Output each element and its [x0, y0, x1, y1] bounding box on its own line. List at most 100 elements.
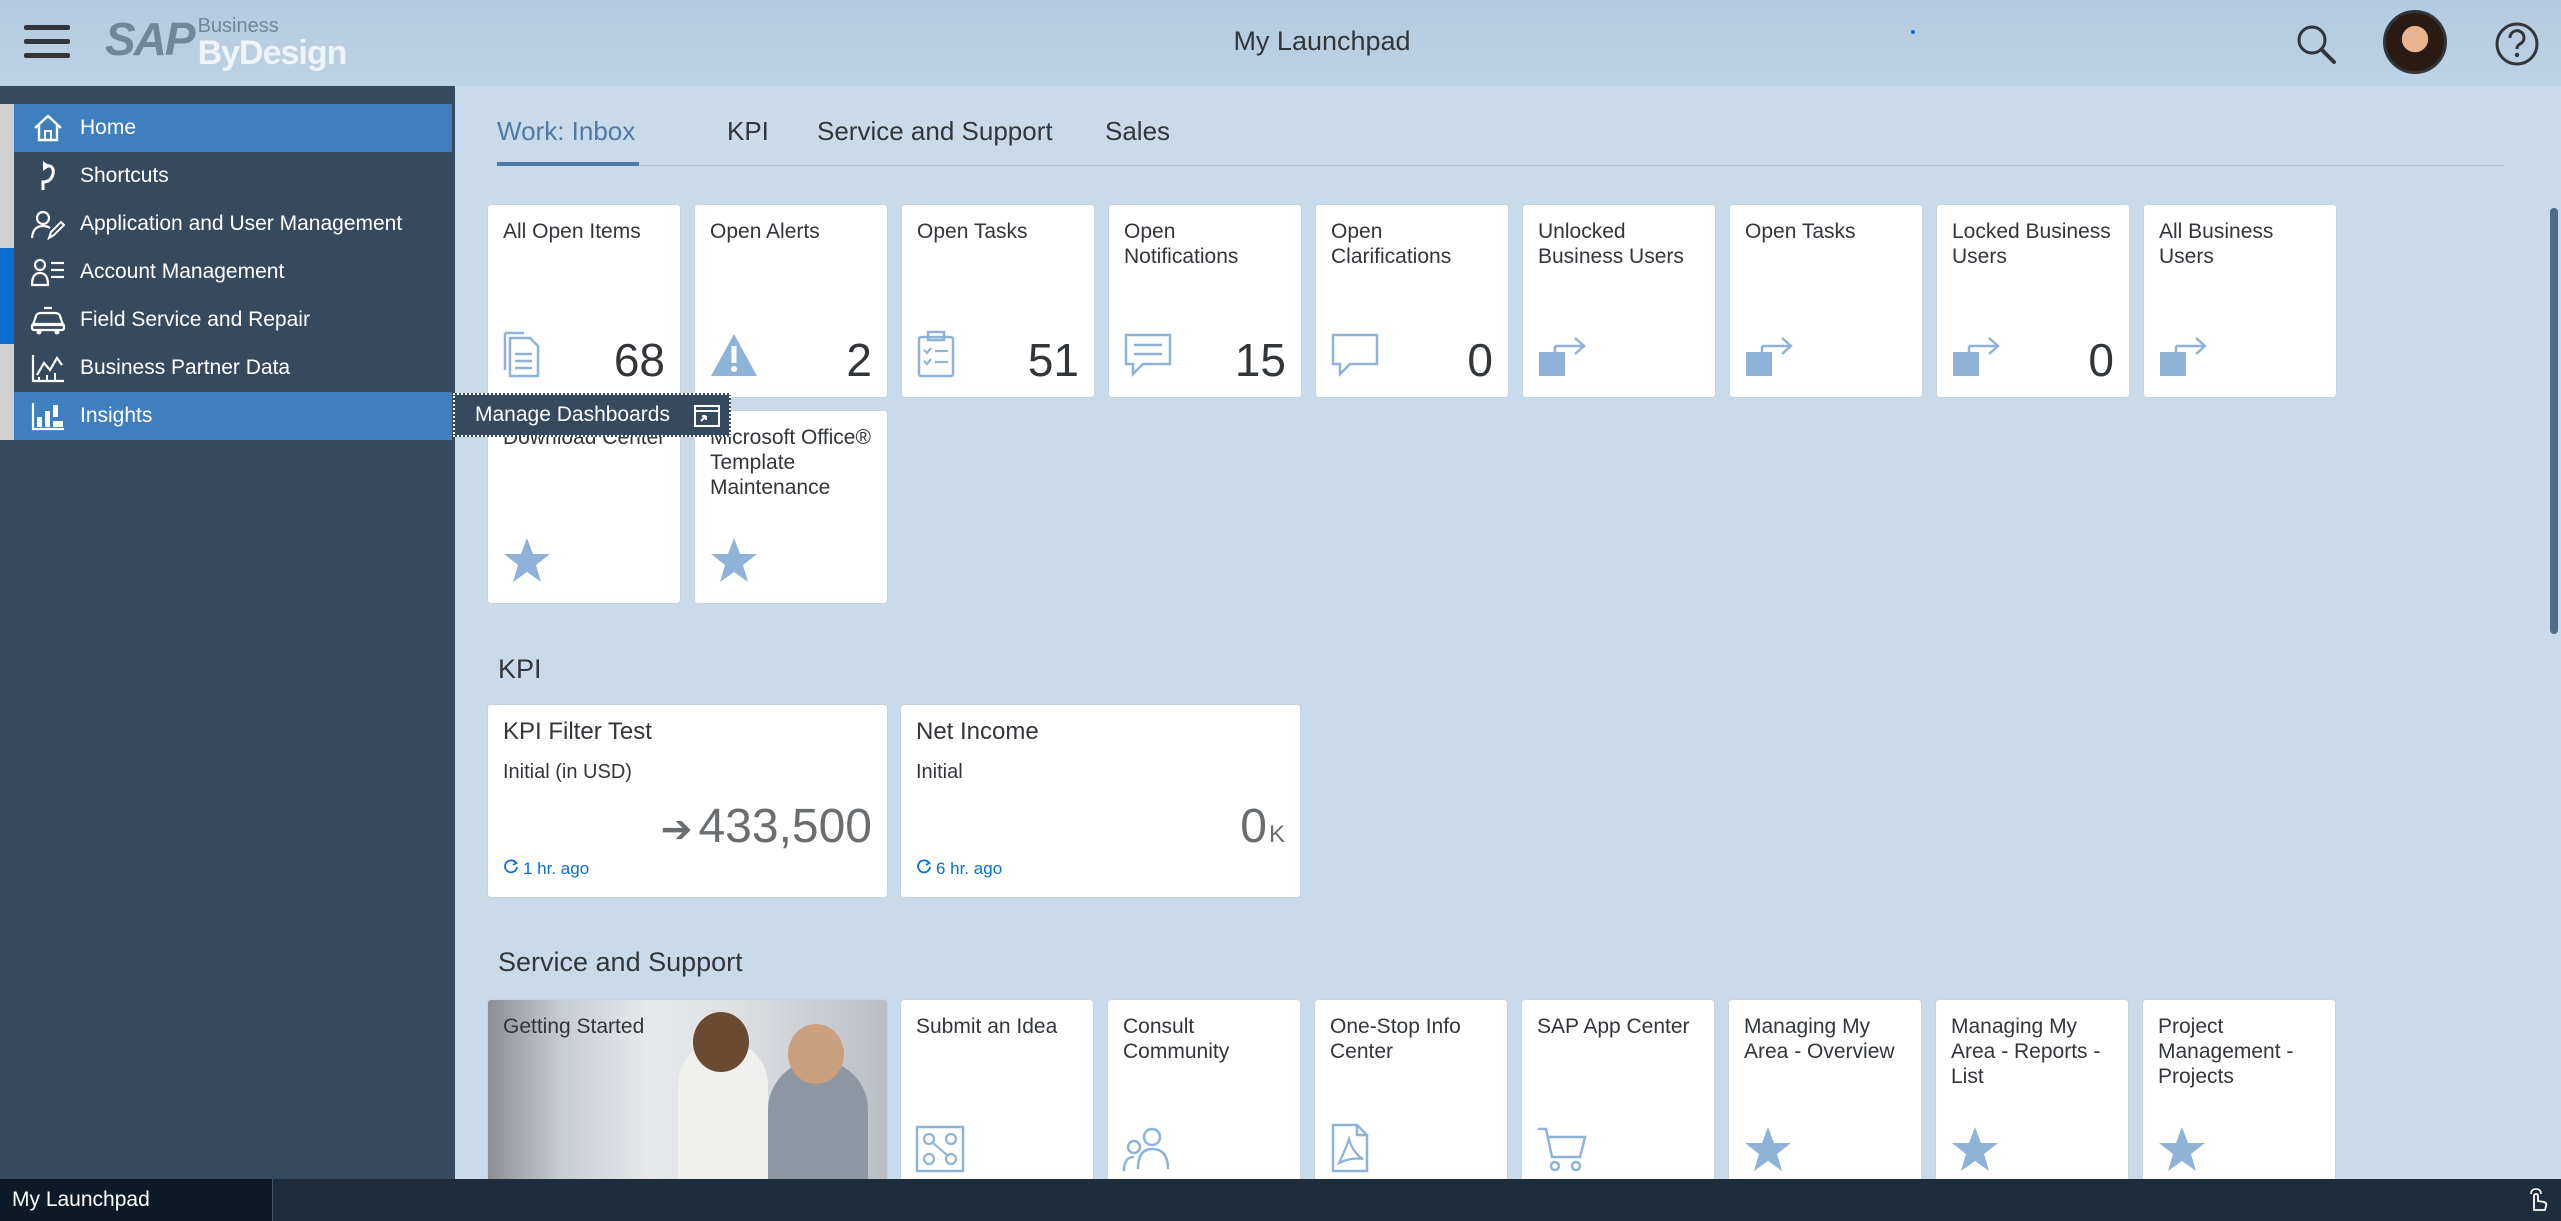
sidebar-item-application-user-management[interactable]: Application and User Management [14, 200, 452, 248]
tile-title: Unlocked Business Users [1538, 220, 1684, 268]
idea-network-icon [915, 1125, 965, 1178]
nav-accent-account [0, 248, 14, 296]
tile-title: Project Management - Projects [2158, 1015, 2294, 1088]
star-icon [2157, 1125, 2207, 1178]
sidebar-item-account-management[interactable]: Account Management [14, 248, 452, 296]
tile-unlocked-business-users[interactable]: Unlocked Business Users [1522, 204, 1716, 398]
sidebar-item-field-service-repair[interactable]: Field Service and Repair [14, 296, 452, 344]
tile-title: Managing My Area - Overview [1744, 1015, 1895, 1063]
logo-sap-text: SAP [105, 13, 196, 65]
tile-title: Open Clarifications [1331, 220, 1452, 268]
active-tab-indicator [497, 162, 639, 166]
tile-consult-community[interactable]: Consult Community [1107, 999, 1301, 1179]
tile-open-tasks-2[interactable]: Open Tasks [1729, 204, 1923, 398]
clipboard-icon [916, 330, 956, 383]
refresh-timestamp[interactable]: 1 hr. ago [503, 858, 589, 879]
shortcut-icon [30, 158, 66, 194]
tile-managing-my-area-overview[interactable]: Managing My Area - Overview [1728, 999, 1922, 1179]
tile-open-clarifications[interactable]: Open Clarifications 0 [1315, 204, 1509, 398]
insights-chart-icon [30, 398, 66, 434]
line-chart-icon [30, 350, 66, 386]
page-title: My Launchpad [1233, 26, 1411, 56]
section-title-kpi: KPI [498, 654, 542, 684]
sidebar-item-home[interactable]: Home [14, 104, 452, 152]
tile-open-tasks[interactable]: Open Tasks 51 [901, 204, 1095, 398]
sidebar-item-label: Account Management [80, 260, 285, 283]
tile-submit-idea[interactable]: Submit an Idea [900, 999, 1094, 1179]
sidebar-item-shortcuts[interactable]: Shortcuts [14, 152, 452, 200]
tile-managing-my-area-reports[interactable]: Managing My Area - Reports - List [1935, 999, 2129, 1179]
message-icon [1123, 332, 1173, 383]
kpi-value-display: 0 K [1240, 799, 1285, 854]
menu-icon[interactable] [24, 22, 72, 62]
sidebar-item-label: Home [80, 116, 137, 139]
account-list-icon [30, 254, 66, 290]
tile-getting-started[interactable]: Getting Started [487, 999, 888, 1179]
sidebar-item-insights[interactable]: Insights [14, 392, 452, 440]
scrollbar-thumb[interactable] [2550, 208, 2558, 634]
cart-icon [1536, 1125, 1588, 1178]
tile-count: 0 [2088, 334, 2114, 386]
tile-title: KPI Filter Test [503, 719, 652, 744]
tile-count: 68 [613, 334, 665, 386]
arrow-box-icon [2158, 330, 2210, 383]
refresh-timestamp[interactable]: 6 hr. ago [916, 858, 1002, 879]
dashboard-settings-icon[interactable] [693, 403, 721, 434]
kpi-value-display: ➔ 433,500 [661, 799, 872, 854]
tile-kpi-filter-test[interactable]: KPI Filter Test Initial (in USD) ➔ 433,5… [487, 704, 888, 898]
tile-title: Open Notifications [1124, 220, 1239, 268]
refresh-icon [503, 858, 519, 879]
tile-open-notifications[interactable]: Open Notifications 15 [1108, 204, 1302, 398]
nav-accent-bp [0, 344, 14, 392]
kpi-unit: K [1268, 821, 1285, 848]
tile-count: 51 [1027, 334, 1079, 386]
tile-one-stop-info-center[interactable]: One-Stop Info Center [1314, 999, 1508, 1179]
tab-sales[interactable]: Sales [1105, 116, 1170, 147]
manage-dashboards-popover[interactable]: Manage Dashboards [453, 393, 731, 437]
search-icon[interactable] [2292, 20, 2340, 68]
user-avatar[interactable] [2383, 10, 2447, 74]
tab-work-inbox[interactable]: Work: Inbox [497, 116, 635, 147]
user-edit-icon [30, 206, 66, 242]
nav-accent-shortcuts [0, 152, 14, 200]
pdf-document-icon [1329, 1123, 1375, 1178]
tile-count: 0 [1467, 334, 1493, 386]
sidebar-item-label: Field Service and Repair [80, 308, 310, 331]
tab-kpi[interactable]: KPI [727, 116, 769, 147]
logo-line1: Business [197, 15, 279, 37]
tile-locked-business-users[interactable]: Locked Business Users 0 [1936, 204, 2130, 398]
tile-project-management-projects[interactable]: Project Management - Projects [2142, 999, 2336, 1179]
tile-title: Net Income [916, 719, 1039, 744]
sidebar-item-business-partner-data[interactable]: Business Partner Data [14, 344, 452, 392]
shell-header: SAP Business ByDesign My Launchpad [0, 0, 2561, 86]
tile-net-income[interactable]: Net Income Initial 0 K 6 hr. ago [900, 704, 1301, 898]
logo-line2: ByDesign [197, 34, 348, 72]
content-scrollbar[interactable] [2547, 86, 2561, 1179]
tile-all-business-users[interactable]: All Business Users [2143, 204, 2337, 398]
kpi-value: 433,500 [698, 800, 872, 853]
sidebar-item-label: Business Partner Data [80, 356, 291, 379]
tile-subtitle: Initial [916, 761, 963, 783]
tile-title: Locked Business Users [1952, 220, 2111, 268]
tile-download-center[interactable]: Download Center [487, 410, 681, 604]
tile-title: Getting Started [503, 1015, 645, 1038]
document-list-icon [502, 330, 546, 383]
tile-sap-app-center[interactable]: SAP App Center [1521, 999, 1715, 1179]
tile-office-template-maintenance[interactable]: Microsoft Office® Template Maintenance [694, 410, 888, 604]
nav-accent-field [0, 296, 14, 344]
tile-all-open-items[interactable]: All Open Items 68 [487, 204, 681, 398]
taskbar-tab-label: My Launchpad [12, 1188, 150, 1211]
touch-hand-icon[interactable] [2527, 1188, 2549, 1217]
tab-service-support[interactable]: Service and Support [817, 116, 1053, 147]
nav-accent-home [0, 104, 14, 152]
navigation-sidebar: Home Shortcuts Application and User Mana… [0, 86, 455, 1221]
star-icon [709, 536, 759, 589]
tile-subtitle: Initial (in USD) [503, 761, 632, 783]
tile-title: All Open Items [503, 220, 641, 243]
sidebar-item-label: Shortcuts [80, 164, 169, 187]
tile-open-alerts[interactable]: Open Alerts 2 [694, 204, 888, 398]
help-icon[interactable] [2493, 20, 2541, 68]
taskbar-tab-my-launchpad[interactable]: My Launchpad [0, 1179, 273, 1221]
busy-indicator-dot [1911, 30, 1915, 34]
car-repair-icon [30, 302, 66, 338]
